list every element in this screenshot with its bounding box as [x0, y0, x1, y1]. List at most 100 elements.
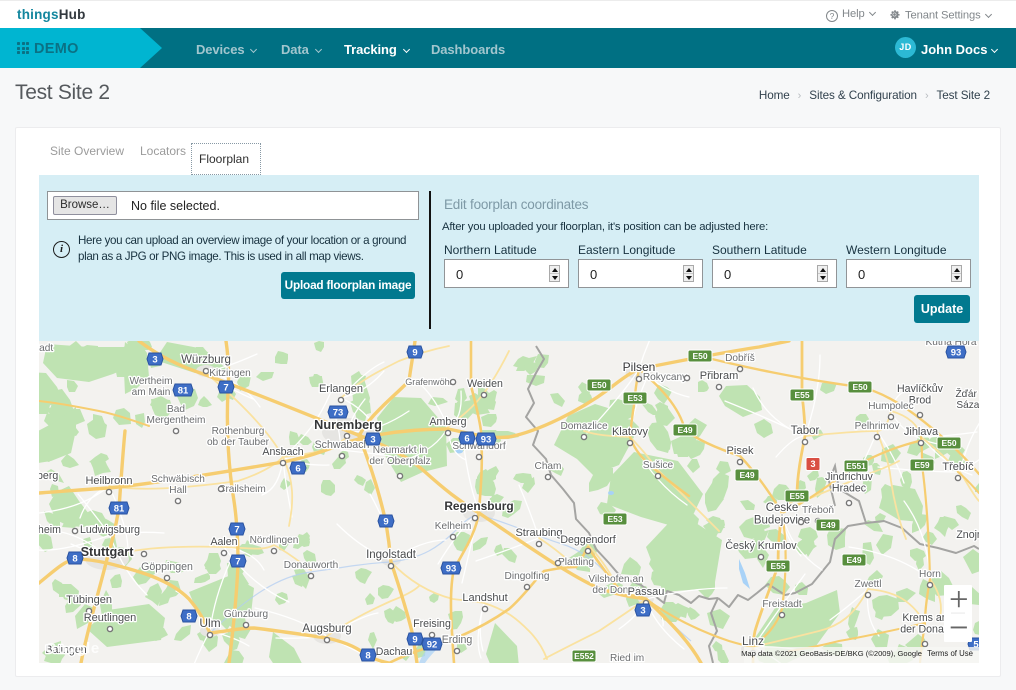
svg-text:E53: E53 [607, 514, 622, 524]
svg-text:Heidelberg: Heidelberg [39, 470, 58, 482]
svg-text:93: 93 [446, 563, 457, 574]
svg-text:Humpolec: Humpolec [868, 401, 913, 412]
svg-text:E49: E49 [846, 555, 861, 565]
svg-text:Kitzingen: Kitzingen [209, 368, 251, 379]
svg-text:E50: E50 [591, 380, 606, 390]
svg-text:Weiden: Weiden [467, 378, 503, 390]
svg-text:Rokycany: Rokycany [643, 372, 688, 383]
svg-text:Nördlingen: Nördlingen [250, 535, 299, 546]
svg-text:81: 81 [178, 385, 189, 396]
svg-text:Dingolfing: Dingolfing [505, 571, 550, 582]
svg-text:9: 9 [412, 634, 417, 645]
svg-text:92: 92 [427, 639, 438, 650]
svg-text:3: 3 [152, 354, 157, 365]
svg-text:Mergentheim: Mergentheim [147, 415, 206, 426]
svg-text:Hradec: Hradec [832, 483, 867, 495]
svg-text:Regensburg: Regensburg [444, 499, 513, 513]
svg-text:Günzburg: Günzburg [224, 609, 268, 620]
svg-text:9: 9 [383, 516, 388, 527]
svg-text:der Donau: der Donau [900, 624, 950, 636]
svg-text:E53: E53 [627, 393, 642, 403]
svg-text:Horn: Horn [919, 569, 941, 580]
svg-text:Nuremberg: Nuremberg [314, 418, 382, 432]
svg-text:E55: E55 [789, 491, 804, 501]
svg-text:Klatovy: Klatovy [612, 426, 649, 438]
svg-text:E551: E551 [846, 461, 866, 471]
svg-text:8: 8 [365, 650, 370, 661]
svg-text:Schwabach: Schwabach [315, 439, 370, 451]
svg-text:Passau: Passau [628, 586, 665, 598]
svg-text:E55: E55 [794, 390, 809, 400]
svg-text:3: 3 [810, 459, 815, 469]
svg-text:Straubing: Straubing [515, 527, 562, 539]
svg-text:Třeboň: Třeboň [802, 505, 834, 516]
svg-text:Dobříš: Dobříš [725, 353, 755, 364]
svg-text:3: 3 [370, 434, 375, 445]
svg-text:Pelhrimov: Pelhrimov [855, 421, 901, 432]
svg-text:81: 81 [114, 503, 125, 514]
svg-text:Kelheim: Kelheim [435, 521, 471, 532]
svg-text:Heilbronn: Heilbronn [85, 475, 132, 487]
svg-text:Ceske: Ceske [766, 502, 799, 514]
svg-text:7: 7 [235, 556, 240, 567]
svg-text:Žďár nad: Žďár nad [956, 387, 980, 400]
svg-text:Plattling: Plattling [558, 557, 594, 568]
svg-text:6: 6 [295, 463, 300, 474]
svg-text:8: 8 [72, 553, 77, 564]
svg-text:E50: E50 [852, 382, 867, 392]
svg-text:E55: E55 [770, 561, 785, 571]
svg-text:Landshut: Landshut [462, 592, 507, 604]
svg-text:Pisek: Pisek [727, 445, 754, 457]
svg-text:93: 93 [951, 347, 962, 358]
svg-text:Znojmo: Znojmo [956, 529, 979, 541]
svg-text:Terms of Use: Terms of Use [927, 649, 973, 658]
svg-text:Zwettl: Zwettl [855, 579, 882, 590]
svg-text:Cham: Cham [535, 461, 562, 472]
svg-text:Vilshofen an: Vilshofen an [588, 574, 643, 585]
svg-text:Ried im: Ried im [610, 653, 644, 663]
svg-text:E50: E50 [941, 438, 956, 448]
svg-text:der Oberpfalz: der Oberpfalz [369, 456, 430, 467]
svg-text:Ingolstadt: Ingolstadt [366, 549, 417, 561]
svg-text:3: 3 [640, 605, 645, 616]
svg-text:Neumarkt in: Neumarkt in [373, 445, 427, 456]
svg-text:E49: E49 [739, 470, 754, 480]
svg-text:Třebíč: Třebíč [942, 461, 974, 473]
svg-text:Český Krumlov: Český Krumlov [725, 539, 797, 552]
svg-text:Amberg: Amberg [429, 416, 466, 428]
svg-text:Ulm: Ulm [199, 616, 220, 630]
svg-text:Jihlava: Jihlava [904, 426, 939, 438]
svg-text:93: 93 [481, 434, 492, 445]
svg-text:Donauworth: Donauworth [284, 560, 338, 571]
svg-text:rzheim: rzheim [39, 524, 61, 536]
svg-text:Hall: Hall [169, 485, 186, 496]
svg-text:Ludwigsburg: Ludwigsburg [80, 524, 140, 536]
svg-text:7: 7 [223, 382, 228, 393]
svg-text:Stuttgart: Stuttgart [81, 545, 135, 559]
svg-text:Deggendorf: Deggendorf [560, 534, 615, 546]
svg-text:Sázavou: Sázavou [956, 400, 979, 411]
svg-text:Aalen: Aalen [210, 536, 237, 548]
svg-text:ob der Tauber: ob der Tauber [207, 437, 270, 448]
svg-text:Tabor: Tabor [791, 425, 820, 437]
svg-text:Linz: Linz [742, 634, 764, 648]
svg-text:Crailsheim: Crailsheim [218, 484, 266, 495]
svg-text:Grafenwöhr: Grafenwöhr [405, 377, 453, 387]
svg-text:Domazlice: Domazlice [560, 421, 608, 432]
svg-text:6: 6 [464, 433, 469, 444]
svg-text:Google: Google [45, 640, 100, 657]
svg-text:8: 8 [186, 611, 191, 622]
svg-text:Erlangen: Erlangen [319, 383, 363, 395]
svg-text:Ansbach: Ansbach [262, 446, 303, 458]
svg-text:Augsburg: Augsburg [302, 623, 351, 635]
svg-text:Jindrichuv: Jindrichuv [825, 471, 873, 483]
svg-text:Freising: Freising [413, 618, 451, 630]
svg-text:Dachau: Dachau [376, 646, 413, 658]
svg-text:Freistadt: Freistadt [762, 599, 801, 610]
svg-text:Würzburg: Würzburg [181, 354, 231, 366]
svg-text:73: 73 [333, 407, 344, 418]
svg-text:Göppingen: Göppingen [141, 561, 193, 573]
svg-text:E50: E50 [692, 351, 707, 361]
svg-text:Neustadt: Neustadt [39, 343, 53, 354]
svg-text:7: 7 [234, 524, 239, 535]
